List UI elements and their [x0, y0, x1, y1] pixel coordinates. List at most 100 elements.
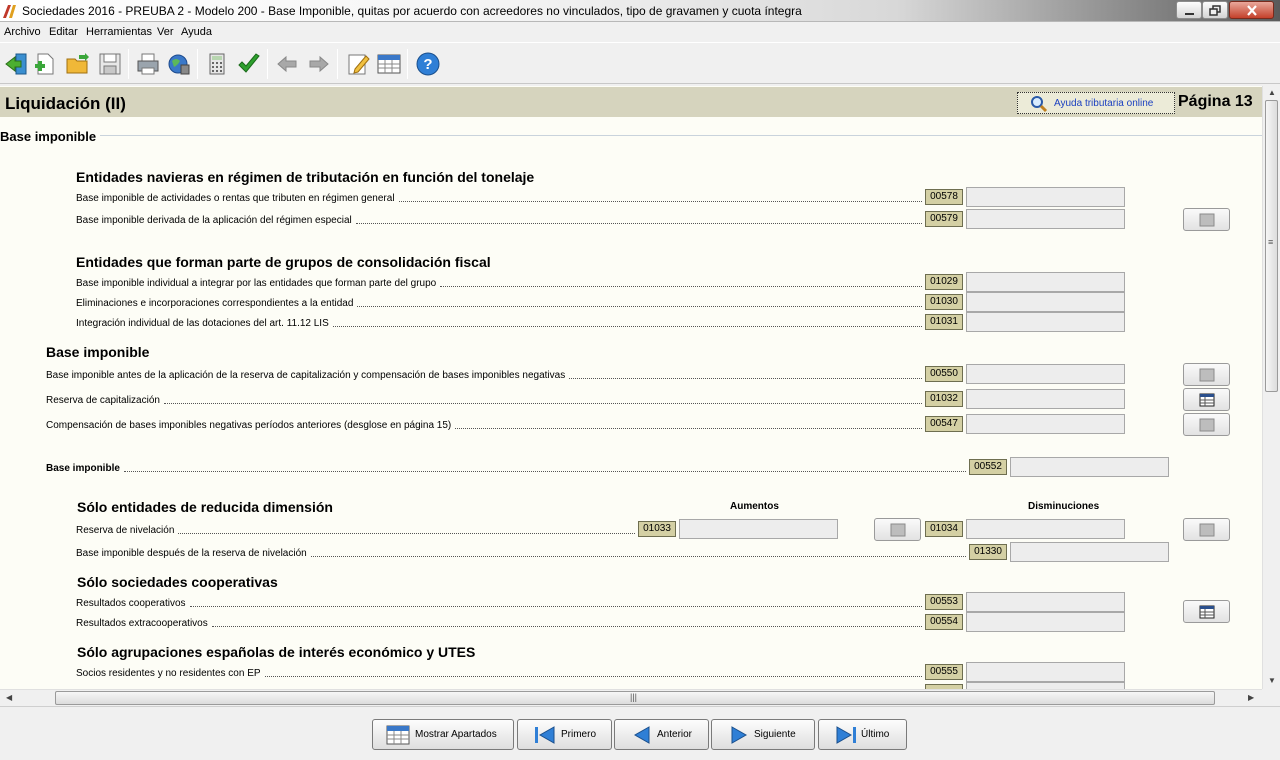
detail-button-cooperativas[interactable] — [1183, 600, 1230, 623]
previous-page-icon — [633, 726, 650, 744]
show-sections-label: Mostrar Apartados — [415, 729, 497, 740]
maximize-button[interactable] — [1202, 1, 1228, 19]
input-00547[interactable] — [966, 414, 1125, 434]
box-code-00578: 00578 — [925, 189, 963, 205]
help-button[interactable]: ? — [415, 51, 441, 77]
row-label-01031: Integración individual de las dotaciones… — [76, 315, 922, 329]
input-00554[interactable] — [966, 612, 1125, 632]
group-title-navieras: Entidades navieras en régimen de tributa… — [76, 169, 535, 185]
menu-herramientas[interactable]: Herramientas — [86, 26, 152, 38]
box-code-00554: 00554 — [925, 614, 963, 630]
row-label-00555: Socios residentes y no residentes con EP — [76, 665, 922, 679]
horizontal-scrollbar[interactable]: ◀ ||| ▶ — [0, 689, 1262, 706]
last-page-label: Último — [861, 729, 890, 740]
previous-page-label: Anterior — [657, 729, 693, 740]
input-01033[interactable] — [679, 519, 838, 539]
next-page-icon — [731, 726, 748, 744]
back-arrow-icon — [277, 55, 297, 73]
menu-bar: Archivo Editar Herramientas Ver Ayuda — [0, 23, 1280, 41]
scroll-right-arrow-icon[interactable]: ▶ — [1248, 693, 1254, 702]
next-disabled-button[interactable] — [306, 51, 332, 77]
minimize-icon — [1185, 13, 1194, 15]
group-title-cooperativas: Sólo sociedades cooperativas — [77, 574, 278, 590]
calc-button-01034[interactable] — [1183, 518, 1230, 541]
menu-ayuda[interactable]: Ayuda — [181, 26, 212, 38]
previous-disabled-button[interactable] — [274, 51, 300, 77]
calc-button-00550[interactable] — [1183, 363, 1230, 386]
vertical-scrollbar[interactable]: ▲ ≡ ▼ — [1262, 86, 1280, 689]
next-page-button[interactable]: Siguiente — [711, 719, 815, 750]
new-button[interactable] — [32, 51, 58, 77]
input-01330[interactable] — [1010, 542, 1169, 562]
last-page-icon — [836, 726, 856, 744]
scroll-left-arrow-icon[interactable]: ◀ — [6, 693, 12, 702]
calc-button-00547[interactable] — [1183, 413, 1230, 436]
internet-button[interactable] — [166, 51, 192, 77]
sections-button[interactable] — [376, 51, 402, 77]
input-00579[interactable] — [966, 209, 1125, 229]
save-button[interactable] — [97, 51, 123, 77]
box-code-01032: 01032 — [925, 391, 963, 407]
scroll-down-arrow-icon[interactable]: ▼ — [1268, 676, 1276, 685]
show-sections-button[interactable]: Mostrar Apartados — [372, 719, 514, 750]
input-00550[interactable] — [966, 364, 1125, 384]
close-button[interactable] — [1229, 1, 1274, 19]
menu-ver[interactable]: Ver — [157, 26, 174, 38]
calc-button-01033[interactable] — [874, 518, 921, 541]
input-01034[interactable] — [966, 519, 1125, 539]
row-label-00554: Resultados extracooperativos — [76, 615, 922, 629]
printer-icon — [137, 53, 159, 75]
disabled-grid-icon — [1199, 368, 1215, 382]
window-title: Sociedades 2016 - PREUBA 2 - Modelo 200 … — [22, 4, 802, 18]
row-label-00579: Base imponible derivada de la aplicación… — [76, 212, 922, 226]
validate-button[interactable] — [236, 51, 262, 77]
last-page-button[interactable]: Último — [818, 719, 907, 750]
calculator-button[interactable] — [204, 51, 230, 77]
scroll-up-arrow-icon[interactable]: ▲ — [1268, 88, 1276, 97]
calc-button-00579[interactable] — [1183, 208, 1230, 231]
restore-icon — [1209, 5, 1221, 16]
box-code-00555: 00555 — [925, 664, 963, 680]
disabled-grid-icon — [1199, 523, 1215, 537]
row-label-00552: Base imponible — [46, 460, 966, 474]
grip-icon: ||| — [630, 692, 638, 702]
vertical-scroll-thumb[interactable]: ≡ — [1265, 100, 1278, 392]
input-00552[interactable] — [1010, 457, 1169, 477]
edit-button[interactable] — [345, 51, 371, 77]
exit-icon — [5, 53, 27, 75]
box-code-01330: 01330 — [969, 544, 1007, 560]
input-01029[interactable] — [966, 272, 1125, 292]
previous-page-button[interactable]: Anterior — [614, 719, 709, 750]
magnifier-icon — [1031, 96, 1048, 113]
bottom-navigation: Mostrar Apartados Primero Anterior Sigui… — [0, 706, 1280, 760]
input-01031[interactable] — [966, 312, 1125, 332]
input-00578[interactable] — [966, 187, 1125, 207]
row-label-00550: Base imponible antes de la aplicación de… — [46, 367, 922, 381]
first-page-button[interactable]: Primero — [517, 719, 612, 750]
help-online-label: Ayuda tributaria online — [1054, 98, 1154, 109]
print-button[interactable] — [135, 51, 161, 77]
open-button[interactable] — [65, 51, 91, 77]
svg-text:?: ? — [423, 56, 432, 73]
menu-editar[interactable]: Editar — [49, 26, 78, 38]
group-title-base: Base imponible — [46, 344, 150, 360]
input-01032[interactable] — [966, 389, 1125, 409]
first-page-label: Primero — [561, 729, 597, 740]
box-code-00547: 00547 — [925, 416, 963, 432]
input-00553[interactable] — [966, 592, 1125, 612]
detail-button-01032[interactable] — [1183, 388, 1230, 411]
column-header-aumentos: Aumentos — [730, 501, 779, 512]
row-label-00547: Compensación de bases imponibles negativ… — [46, 417, 922, 431]
horizontal-scroll-thumb[interactable]: ||| — [55, 691, 1215, 705]
menu-archivo[interactable]: Archivo — [4, 26, 41, 38]
title-bar: Sociedades 2016 - PREUBA 2 - Modelo 200 … — [0, 0, 1280, 22]
box-code-01030: 01030 — [925, 294, 963, 310]
help-online-link[interactable]: Ayuda tributaria online — [1017, 92, 1175, 114]
minimize-button[interactable] — [1176, 1, 1202, 19]
first-page-icon — [535, 726, 555, 744]
disabled-grid-icon — [890, 523, 906, 537]
input-01030[interactable] — [966, 292, 1125, 312]
input-partial[interactable] — [966, 682, 1125, 689]
exit-button[interactable] — [4, 51, 30, 77]
input-00555[interactable] — [966, 662, 1125, 682]
